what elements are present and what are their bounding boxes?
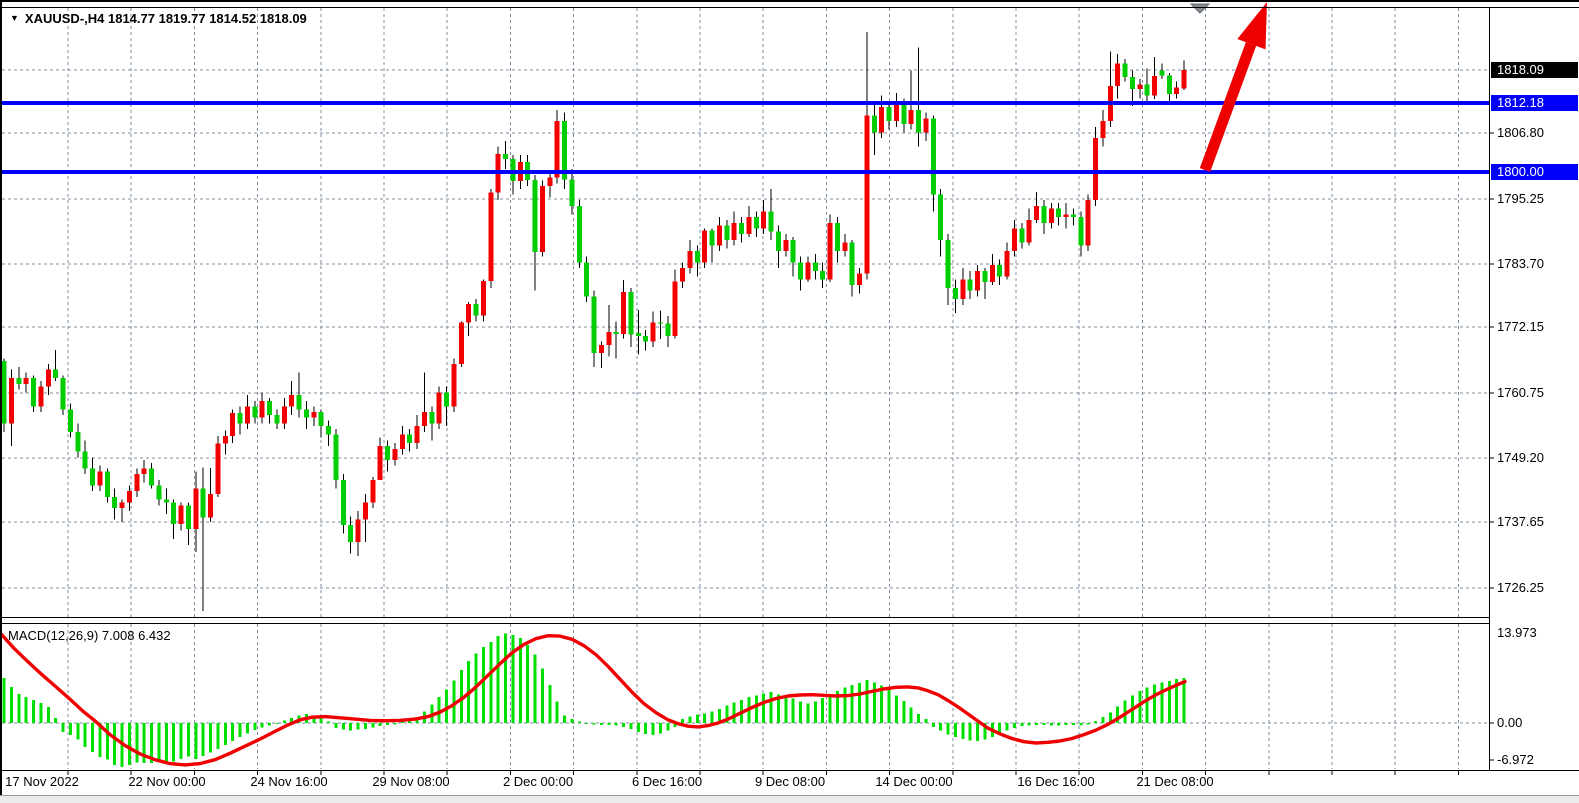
chart-canvas[interactable]	[0, 0, 1579, 803]
panel-splitter-top[interactable]	[0, 617, 1489, 618]
time-axis-label: 6 Dec 16:00	[632, 774, 702, 790]
price-axis-label: 1806.80	[1497, 125, 1544, 141]
time-axis-label: 22 Nov 00:00	[128, 774, 205, 790]
candlestick-layer	[2, 32, 1187, 611]
macd-axis-max: 13.973	[1497, 625, 1537, 641]
price-axis-label: 1795.25	[1497, 191, 1544, 207]
window-top-border	[0, 0, 1579, 2]
price-axis-label: 1749.20	[1497, 450, 1544, 466]
price-axis-label: 1737.65	[1497, 514, 1544, 530]
symbol-ohlc-text: XAUUSD-,H4 1814.77 1819.77 1814.52 1818.…	[25, 11, 307, 26]
trend-arrow[interactable]	[1205, 2, 1267, 170]
window-left-border	[0, 0, 2, 796]
macd-axis-zero: 0.00	[1497, 715, 1522, 731]
time-axis-label: 24 Nov 16:00	[250, 774, 327, 790]
symbol-info[interactable]: ▼ XAUUSD-,H4 1814.77 1819.77 1814.52 1818…	[10, 11, 307, 26]
macd-layer	[0, 633, 1186, 767]
chart-window: ▼ XAUUSD-,H4 1814.77 1819.77 1814.52 1818…	[0, 0, 1579, 803]
price-axis-label: 1760.75	[1497, 385, 1544, 401]
price-axis-label: 1726.25	[1497, 580, 1544, 596]
time-axis-label: 17 Nov 2022	[5, 774, 79, 790]
macd-axis-min: -6.972	[1497, 752, 1534, 768]
time-axis-label: 21 Dec 08:00	[1136, 774, 1213, 790]
grid-layer	[2, 8, 1489, 769]
collapse-ohlc-icon[interactable]: ▼	[10, 13, 19, 23]
current-price-badge: 1818.09	[1491, 62, 1578, 78]
price-axis-label: 1783.70	[1497, 256, 1544, 272]
time-axis-label: 2 Dec 00:00	[503, 774, 573, 790]
price-axis-line	[1489, 7, 1490, 771]
macd-signal-line	[0, 633, 1185, 765]
price-axis-label: 1772.15	[1497, 319, 1544, 335]
axis-ticks	[68, 133, 1494, 775]
time-axis-label: 14 Dec 00:00	[875, 774, 952, 790]
time-axis-line	[0, 770, 1579, 771]
hline-price-badge: 1800.00	[1491, 164, 1578, 180]
macd-indicator-label: MACD(12,26,9) 7.008 6.432	[8, 628, 171, 643]
chart-top-border	[0, 7, 1579, 8]
time-axis-label: 16 Dec 16:00	[1017, 774, 1094, 790]
time-axis-label: 9 Dec 08:00	[755, 774, 825, 790]
panel-splitter-bottom[interactable]	[0, 623, 1489, 624]
status-strip	[0, 796, 1579, 803]
hline-price-badge: 1812.18	[1491, 95, 1578, 111]
time-axis-label: 29 Nov 08:00	[372, 774, 449, 790]
chart-shift-marker-icon[interactable]	[1191, 4, 1209, 13]
